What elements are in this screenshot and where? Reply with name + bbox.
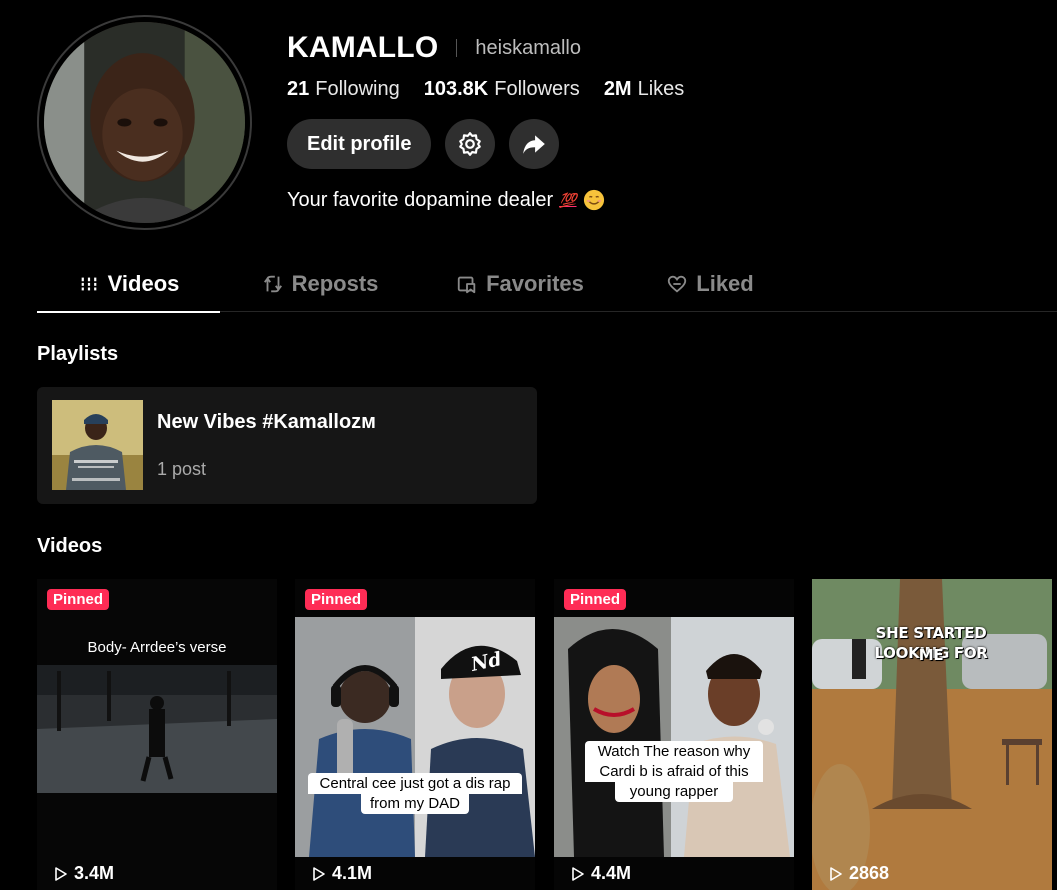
- name-separator: [456, 39, 458, 57]
- likes-label: Likes: [637, 77, 685, 100]
- grid-lines-icon: [79, 277, 98, 291]
- pinned-badge: Pinned: [305, 589, 368, 610]
- playlist-post-count: 1 post: [157, 459, 207, 479]
- hundred-points-emoji: 💯: [559, 191, 577, 208]
- playlists-heading: Playlists: [37, 343, 119, 365]
- likes-count: 2M: [603, 77, 632, 100]
- video-views: 4.4M: [571, 863, 631, 884]
- profile-tabs: Videos Reposts Favorites Liked: [37, 256, 1057, 313]
- video-grid: Pinned Body- Arrdee’s verse 3.4M Pinned …: [37, 579, 1057, 890]
- video-thumbnail: [554, 579, 794, 890]
- video-card[interactable]: Pinned Watch The reason why Cardi b is a…: [554, 579, 794, 890]
- following-count: 21: [287, 77, 310, 100]
- playlist-title: New Vibes #Kamallozᴍ: [157, 411, 376, 433]
- video-caption-line-3: young rapper: [615, 781, 733, 802]
- bookmark-icon: [457, 276, 476, 294]
- gear-icon: [459, 132, 482, 156]
- tab-videos-label: Videos: [107, 271, 180, 296]
- tab-favorites-label: Favorites: [486, 271, 584, 296]
- play-outline-icon: [572, 866, 584, 881]
- video-caption-line-2: from my DAD: [361, 793, 469, 814]
- settings-button[interactable]: [445, 119, 496, 169]
- heart-icon: [668, 275, 687, 293]
- video-caption-line-1: Watch The reason why: [585, 741, 763, 762]
- videos-heading: Videos: [37, 535, 103, 557]
- play-outline-icon: [313, 866, 325, 881]
- video-views: 2868: [829, 863, 889, 884]
- tab-reposts-label: Reposts: [291, 271, 379, 296]
- profile-stats: 21 Following 103.8K Followers 2M Likes: [287, 75, 684, 103]
- video-caption-line-2: Cardi b is afraid of this: [585, 761, 763, 782]
- video-view-count: 2868: [849, 863, 890, 883]
- video-caption-line-1: Central cee just got a dis rap: [308, 773, 522, 794]
- video-thumbnail: [37, 579, 277, 890]
- video-caption-line-2: ME: [918, 646, 944, 664]
- edit-profile-button[interactable]: Edit profile: [287, 119, 432, 169]
- tab-liked-label: Liked: [696, 271, 754, 296]
- tab-favorites[interactable]: Favorites: [420, 256, 620, 312]
- likes-stat: 2M Likes: [604, 78, 685, 101]
- video-caption: Body- Arrdee’s verse: [87, 639, 227, 656]
- following-stat[interactable]: 21 Following: [287, 78, 400, 101]
- play-outline-icon: [55, 866, 67, 881]
- play-outline-icon: [830, 866, 842, 881]
- playlist-thumbnail: [52, 400, 143, 490]
- profile-actions: Edit profile: [287, 119, 560, 169]
- playlist-thumbnail-art: [52, 400, 143, 490]
- video-view-count: 4.4M: [591, 863, 632, 883]
- playlist-card[interactable]: New Vibes #Kamallozᴍ 1 post: [37, 387, 537, 504]
- followers-count: 103.8K: [423, 77, 489, 100]
- repost-icon: [263, 275, 282, 293]
- video-view-count: 4.1M: [332, 863, 373, 883]
- share-arrow-icon: [523, 135, 546, 154]
- avatar-photo: [44, 22, 245, 223]
- username: heiskamallo: [475, 36, 581, 59]
- tab-reposts[interactable]: Reposts: [220, 256, 420, 312]
- profile-bio: Your favorite dopamine dealer 💯: [287, 186, 605, 214]
- video-view-count: 3.4M: [74, 863, 115, 883]
- profile-name-row: KAMALLO heiskamallo: [287, 30, 581, 66]
- video-thumbnail: [295, 579, 535, 890]
- pinned-badge: Pinned: [47, 589, 110, 610]
- video-views: 4.1M: [312, 863, 372, 884]
- share-profile-button[interactable]: [509, 119, 560, 169]
- video-card[interactable]: Pinned Nd Central cee just got a dis rap…: [295, 579, 535, 890]
- followers-stat[interactable]: 103.8K Followers: [424, 78, 580, 101]
- bio-text: Your favorite dopamine dealer: [287, 188, 554, 211]
- followers-label: Followers: [494, 77, 580, 100]
- tab-liked[interactable]: Liked: [620, 256, 800, 312]
- display-name: KAMALLO: [287, 31, 439, 64]
- smiling-face-icon: [583, 189, 604, 211]
- video-card[interactable]: Pinned Body- Arrdee’s verse 3.4M: [37, 579, 277, 890]
- tab-videos[interactable]: Videos: [37, 256, 220, 313]
- video-card[interactable]: SHE STARTED LOOKING FOR ME 2868: [812, 579, 1052, 890]
- pinned-badge: Pinned: [564, 589, 627, 610]
- video-views: 3.4M: [54, 863, 114, 884]
- following-label: Following: [315, 77, 400, 100]
- profile-avatar[interactable]: [37, 15, 252, 230]
